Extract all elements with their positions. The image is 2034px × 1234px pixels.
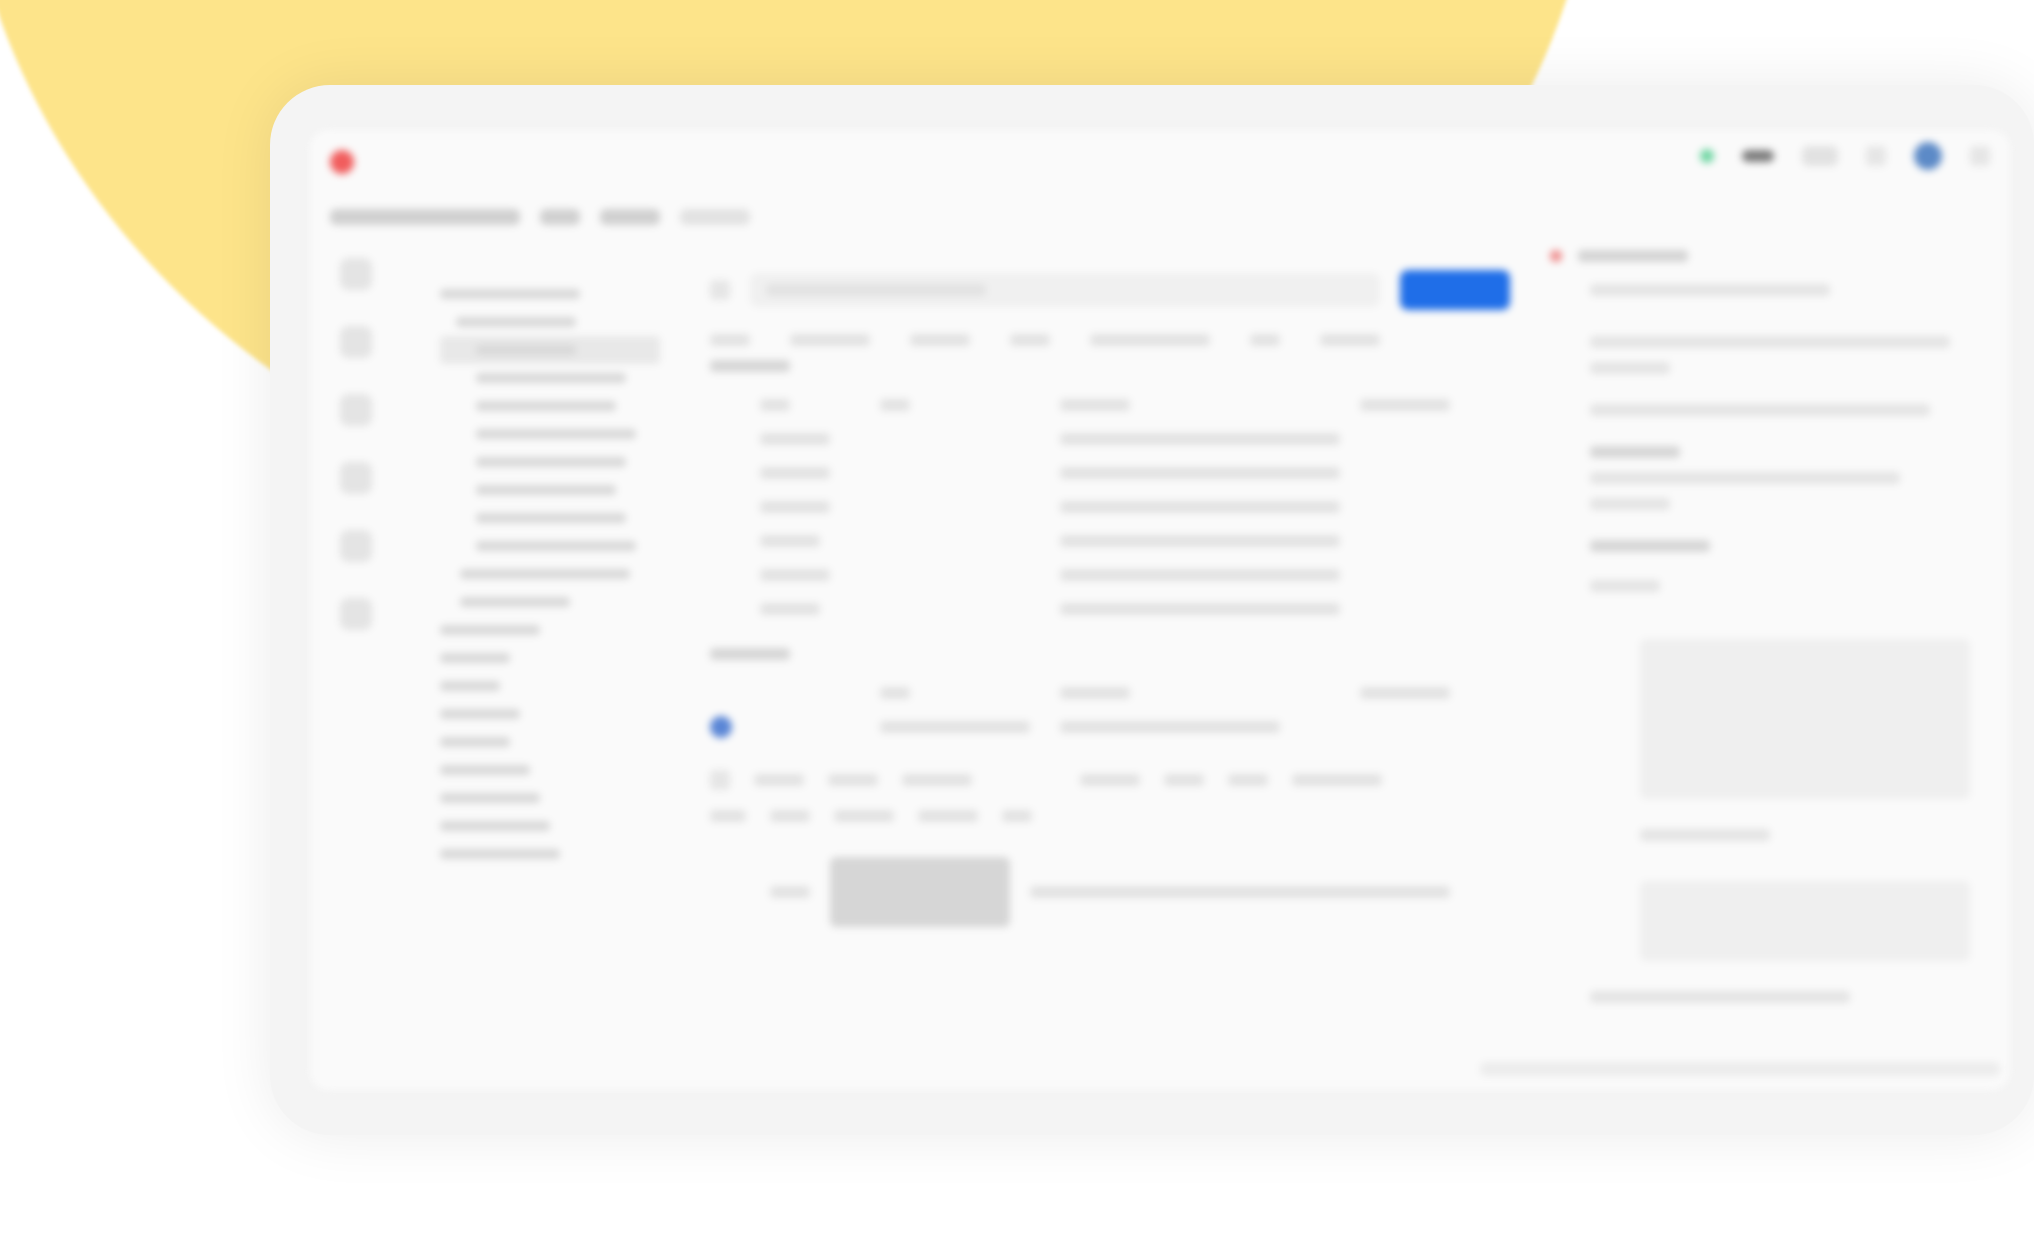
table-row[interactable] [710, 710, 1510, 744]
tree-row[interactable] [440, 532, 660, 560]
context-panel-header [1550, 250, 1970, 262]
response-body [770, 852, 1510, 932]
title-bar [310, 130, 2010, 194]
workspace-chip[interactable] [1742, 150, 1774, 162]
auth-tab[interactable] [790, 334, 870, 346]
request-panel [710, 250, 1510, 932]
params-title [710, 360, 1510, 372]
tree-row[interactable] [440, 448, 660, 476]
params-table-head [710, 388, 1510, 422]
sub-bar [330, 200, 1990, 234]
tree-row[interactable] [440, 588, 660, 616]
tree-row[interactable] [440, 616, 660, 644]
context-label [1590, 580, 1660, 592]
api-icon[interactable] [340, 394, 372, 426]
invite-chip[interactable] [1802, 146, 1838, 166]
response-strip [710, 770, 1510, 790]
response-icon [710, 770, 730, 790]
tree-row[interactable] [440, 672, 660, 700]
url-row [710, 270, 1510, 310]
table-row[interactable] [710, 592, 1510, 626]
tree-row[interactable] [440, 812, 660, 840]
tree-row[interactable] [440, 840, 660, 868]
tree-row[interactable] [440, 560, 660, 588]
collection-icon[interactable] [340, 326, 372, 358]
workspace-name[interactable] [330, 209, 520, 225]
table-row[interactable] [710, 490, 1510, 524]
context-title [1578, 250, 1688, 262]
body-tab[interactable] [1010, 334, 1050, 346]
tree-row[interactable] [440, 392, 660, 420]
stage [0, 0, 2034, 1234]
menu-icon[interactable] [1970, 146, 1990, 166]
status-dot-icon [1700, 149, 1714, 163]
tree-row[interactable] [440, 644, 660, 672]
tree-row[interactable] [440, 700, 660, 728]
title-bar-right [1700, 142, 1990, 170]
tree-row[interactable] [440, 476, 660, 504]
notification-icon[interactable] [1866, 146, 1886, 166]
avatar[interactable] [1914, 142, 1942, 170]
format-select[interactable] [1002, 810, 1032, 822]
table-row[interactable] [710, 456, 1510, 490]
search-field[interactable] [680, 209, 750, 225]
context-preview [1640, 639, 1970, 799]
send-button[interactable] [1400, 270, 1510, 310]
import-button[interactable] [600, 209, 660, 225]
code-block [830, 857, 1010, 927]
context-heading-2 [1550, 540, 1970, 552]
table-row[interactable] [710, 422, 1510, 456]
context-heading-1 [1550, 446, 1970, 458]
tree-row[interactable] [440, 420, 660, 448]
response-tab[interactable] [902, 774, 972, 786]
headers-table-head [710, 676, 1510, 710]
context-preview-2 [1640, 881, 1970, 961]
new-button[interactable] [540, 209, 580, 225]
environment-icon[interactable] [340, 462, 372, 494]
visualize-tab[interactable] [918, 810, 978, 822]
preview-tab[interactable] [834, 810, 894, 822]
table-row[interactable] [710, 524, 1510, 558]
url-input[interactable] [750, 273, 1380, 307]
headers-title [710, 648, 1510, 660]
table-row[interactable] [710, 558, 1510, 592]
tree-row[interactable] [440, 728, 660, 756]
response-tab[interactable] [828, 774, 878, 786]
status-dot-icon [1550, 250, 1562, 262]
tree-row[interactable] [440, 308, 660, 336]
status-badge [1080, 774, 1140, 786]
headers-tab[interactable] [910, 334, 970, 346]
context-panel [1550, 250, 1970, 1017]
request-options-tabs [710, 334, 1510, 346]
time-badge [1164, 774, 1204, 786]
home-icon[interactable] [340, 258, 372, 290]
pretty-tab[interactable] [710, 810, 746, 822]
status-bar [1480, 1062, 2000, 1076]
tree-row[interactable] [440, 756, 660, 784]
settings-tab[interactable] [1320, 334, 1380, 346]
response-tab[interactable] [754, 774, 804, 786]
params-tab[interactable] [710, 334, 750, 346]
raw-tab[interactable] [770, 810, 810, 822]
icon-rail [328, 258, 384, 630]
history-icon[interactable] [340, 530, 372, 562]
tree-row[interactable] [440, 280, 660, 308]
collection-tree [440, 280, 660, 868]
size-badge [1228, 774, 1268, 786]
method-select[interactable] [710, 280, 730, 300]
save-response-button[interactable] [1292, 774, 1382, 786]
tree-row[interactable] [440, 504, 660, 532]
tree-row[interactable] [440, 784, 660, 812]
settings-icon[interactable] [340, 598, 372, 630]
scripts-tab[interactable] [1090, 334, 1210, 346]
tests-tab[interactable] [1250, 334, 1280, 346]
header-toggle[interactable] [710, 716, 732, 738]
tree-row[interactable] [440, 364, 660, 392]
close-dot-icon[interactable] [330, 150, 354, 174]
response-view-strip [710, 810, 1510, 822]
app-window [310, 130, 2010, 1090]
tree-row[interactable] [440, 336, 660, 364]
